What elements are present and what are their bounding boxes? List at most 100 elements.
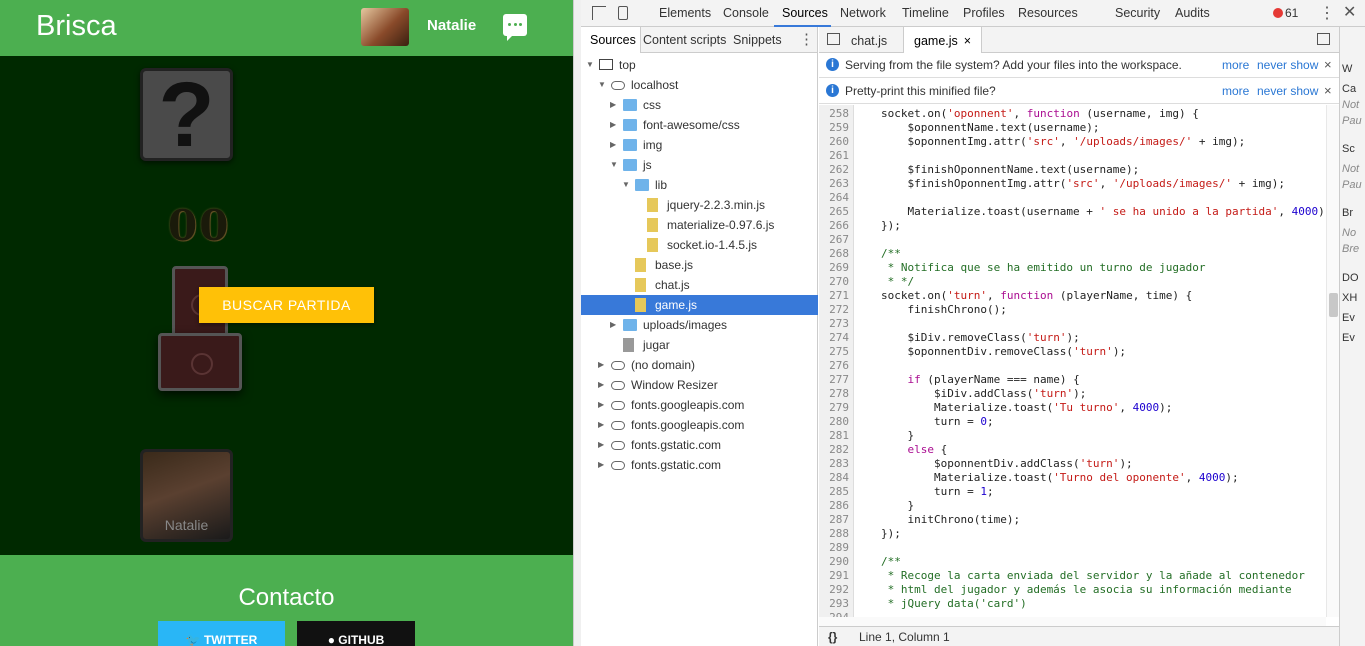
code-line[interactable]: * jQuery data('card') bbox=[881, 597, 1027, 611]
collapsed-arrow-icon[interactable]: ▶ bbox=[610, 315, 618, 335]
horizontal-scrollbar[interactable] bbox=[819, 617, 1326, 626]
find-game-button[interactable]: BUSCAR PARTIDA bbox=[199, 287, 374, 323]
tree-item[interactable]: jquery-2.2.3.min.js bbox=[581, 195, 818, 215]
app-title[interactable]: Brisca bbox=[36, 10, 117, 43]
code-editor[interactable]: 258 259 260 261 262 263 264 265 266 267 268 269 270 2… bbox=[819, 105, 1339, 617]
code-line[interactable]: $oponnentDiv.removeClass('turn'); bbox=[881, 345, 1126, 359]
line-number[interactable]: 272 bbox=[819, 303, 849, 317]
code-line[interactable]: * */ bbox=[881, 275, 915, 289]
nav-tab-sources[interactable]: Sources bbox=[581, 27, 641, 53]
tree-item[interactable]: ▼ top bbox=[581, 55, 818, 75]
line-number[interactable]: 288 bbox=[819, 527, 849, 541]
line-number[interactable]: 262 bbox=[819, 163, 849, 177]
infobar-more-link[interactable]: more bbox=[1222, 53, 1249, 77]
line-number[interactable]: 267 bbox=[819, 233, 849, 247]
tree-item[interactable]: materialize-0.97.6.js bbox=[581, 215, 818, 235]
debugger-section-item[interactable]: W bbox=[1342, 63, 1352, 75]
code-line[interactable]: $iDiv.addClass('turn'); bbox=[881, 387, 1086, 401]
line-number[interactable]: 270 bbox=[819, 275, 849, 289]
editor-tab-chat[interactable]: chat.js bbox=[841, 27, 897, 53]
code-line[interactable]: socket.on('oponnent', function (username… bbox=[881, 107, 1199, 121]
code-line[interactable]: $oponnentName.text(username); bbox=[881, 121, 1099, 135]
code-line[interactable]: }); bbox=[881, 219, 901, 233]
tree-item[interactable]: ▶ font-awesome/css bbox=[581, 115, 818, 135]
close-infobar-icon[interactable]: × bbox=[1324, 79, 1332, 103]
tree-item[interactable]: chat.js bbox=[581, 275, 818, 295]
line-number[interactable]: 278 bbox=[819, 387, 849, 401]
line-number[interactable]: 266 bbox=[819, 219, 849, 233]
editor-tab-game[interactable]: game.js × bbox=[903, 27, 983, 53]
collapsed-arrow-icon[interactable]: ▶ bbox=[610, 95, 618, 115]
line-number[interactable]: 291 bbox=[819, 569, 849, 583]
tree-item[interactable]: ▼ lib bbox=[581, 175, 818, 195]
line-number[interactable]: 282 bbox=[819, 443, 849, 457]
line-number[interactable]: 286 bbox=[819, 499, 849, 513]
code-line[interactable]: Materialize.toast('Turno del oponente', … bbox=[881, 471, 1239, 485]
line-number[interactable]: 281 bbox=[819, 429, 849, 443]
code-line[interactable]: } bbox=[881, 429, 914, 443]
expanded-arrow-icon[interactable]: ▼ bbox=[622, 175, 630, 195]
code-line[interactable]: } bbox=[881, 499, 914, 513]
github-button[interactable]: ● GITHUB bbox=[297, 621, 415, 646]
code-line[interactable]: if (playerName === name) { bbox=[881, 373, 1080, 387]
tab-profiles[interactable]: Profiles bbox=[963, 6, 1005, 20]
tree-item[interactable]: game.js bbox=[581, 295, 818, 315]
code-line[interactable]: turn = 0; bbox=[881, 415, 994, 429]
tab-resources[interactable]: Resources bbox=[1018, 6, 1078, 20]
tree-item[interactable]: jugar bbox=[581, 335, 818, 355]
code-line[interactable]: Materialize.toast(username + ' se ha uni… bbox=[881, 205, 1331, 219]
line-number[interactable]: 290 bbox=[819, 555, 849, 569]
close-infobar-icon[interactable]: × bbox=[1324, 53, 1332, 77]
line-number[interactable]: 265 bbox=[819, 205, 849, 219]
toggle-debugger-icon[interactable] bbox=[1317, 33, 1330, 45]
collapsed-arrow-icon[interactable]: ▶ bbox=[598, 435, 606, 455]
tree-item[interactable]: ▼ localhost bbox=[581, 75, 818, 95]
code-line[interactable]: $iDiv.removeClass('turn'); bbox=[881, 331, 1079, 345]
pretty-print-icon[interactable]: {} bbox=[828, 630, 837, 644]
line-number[interactable]: 285 bbox=[819, 485, 849, 499]
collapsed-arrow-icon[interactable]: ▶ bbox=[598, 455, 606, 475]
code-line[interactable]: else { bbox=[881, 443, 948, 457]
collapsed-arrow-icon[interactable]: ▶ bbox=[610, 135, 618, 155]
line-number[interactable]: 268 bbox=[819, 247, 849, 261]
line-number[interactable]: 287 bbox=[819, 513, 849, 527]
debugger-section-item[interactable]: Ev bbox=[1342, 312, 1355, 324]
twitter-button[interactable]: 🐦 TWITTER bbox=[158, 621, 285, 646]
tree-item[interactable]: ▶ fonts.gstatic.com bbox=[581, 455, 818, 475]
tab-audits[interactable]: Audits bbox=[1175, 6, 1210, 20]
line-number[interactable]: 273 bbox=[819, 317, 849, 331]
debugger-section-item[interactable]: Ca bbox=[1342, 83, 1356, 95]
tree-item[interactable]: ▼ js bbox=[581, 155, 818, 175]
device-mode-icon[interactable] bbox=[618, 6, 628, 20]
line-number[interactable]: 293 bbox=[819, 597, 849, 611]
line-number[interactable]: 284 bbox=[819, 471, 849, 485]
collapsed-arrow-icon[interactable]: ▶ bbox=[598, 395, 606, 415]
line-number[interactable]: 258 bbox=[819, 107, 849, 121]
collapsed-arrow-icon[interactable]: ▶ bbox=[598, 355, 606, 375]
line-number[interactable]: 283 bbox=[819, 457, 849, 471]
tree-item[interactable]: socket.io-1.4.5.js bbox=[581, 235, 818, 255]
tree-item[interactable]: ▶ Window Resizer bbox=[581, 375, 818, 395]
tab-timeline[interactable]: Timeline bbox=[902, 6, 949, 20]
debugger-section-item[interactable]: Sc bbox=[1342, 143, 1355, 155]
code-line[interactable]: Materialize.toast('Tu turno', 4000); bbox=[881, 401, 1172, 415]
code-line[interactable]: initChrono(time); bbox=[881, 513, 1020, 527]
close-tab-icon[interactable]: × bbox=[964, 34, 971, 48]
tab-console[interactable]: Console bbox=[723, 6, 769, 20]
tab-sources[interactable]: Sources bbox=[782, 6, 828, 20]
debugger-section-item[interactable]: Ev bbox=[1342, 332, 1355, 344]
line-number[interactable]: 263 bbox=[819, 177, 849, 191]
collapsed-arrow-icon[interactable]: ▶ bbox=[610, 115, 618, 135]
tab-security[interactable]: Security bbox=[1115, 6, 1160, 20]
expanded-arrow-icon[interactable]: ▼ bbox=[586, 55, 594, 75]
window-divider[interactable] bbox=[573, 0, 581, 646]
more-menu-icon[interactable]: ⋮ bbox=[1319, 3, 1335, 23]
line-number[interactable]: 269 bbox=[819, 261, 849, 275]
code-line[interactable]: * Recoge la carta enviada del servidor y… bbox=[881, 569, 1305, 583]
line-number[interactable]: 277 bbox=[819, 373, 849, 387]
collapsed-arrow-icon[interactable]: ▶ bbox=[598, 375, 606, 395]
vertical-scrollbar[interactable] bbox=[1326, 105, 1339, 617]
line-number[interactable]: 260 bbox=[819, 135, 849, 149]
debugger-section-item[interactable]: DO bbox=[1342, 272, 1359, 284]
line-number[interactable]: 292 bbox=[819, 583, 849, 597]
